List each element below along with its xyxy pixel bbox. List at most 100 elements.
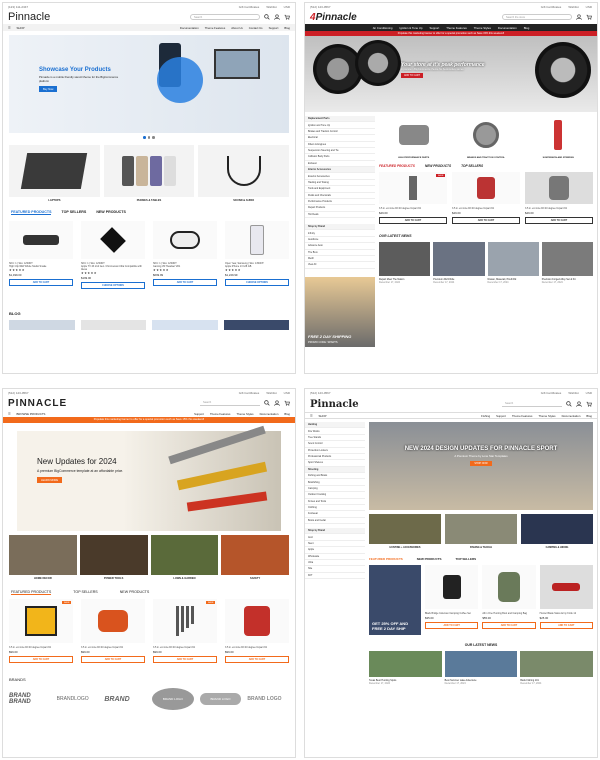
nav-blog[interactable]: Blog [524, 26, 530, 30]
category-safety[interactable]: SAFETY [221, 535, 289, 580]
product-card[interactable]: SALE 3.5 in. ext Line Fill 40 degree Impa… [379, 172, 447, 224]
product-name[interactable]: 3.5 in. ext Line Fill 40 degree Impact K… [225, 646, 289, 649]
nav-support[interactable]: Support [194, 412, 204, 416]
product-name[interactable]: 3.5 in. ext Line Fill 40 degree Impact K… [379, 207, 447, 210]
hero-slide[interactable]: NEW 2024 DESIGN UPDATES FOR PINNACLE SPO… [369, 422, 593, 510]
add-to-cart-button[interactable]: ADD TO CART [153, 656, 217, 663]
menu-icon[interactable]: ☰ [310, 414, 313, 418]
menu-icon[interactable]: ☰ [8, 412, 11, 416]
news-card[interactable]: Nissan, Maserati, Pirelli Rd December 17,… [487, 242, 539, 284]
nav-documentation[interactable]: Documentation [180, 26, 199, 30]
search-input[interactable]: Search [200, 400, 260, 406]
product-name[interactable]: Black Bridge Coleman Camping Coffee Set [425, 612, 478, 615]
product-card[interactable]: SKU: 1 | Sku: 12S0NT Apple TV 4K 2nd Gen… [81, 220, 145, 289]
product-card[interactable]: 3.5 in. ext Line Fill 40 degree Impact K… [81, 599, 145, 663]
category-power-tools[interactable]: POWER TOOLS [79, 535, 148, 580]
tab-top-sellers[interactable]: TOP SELLERS [73, 590, 97, 595]
news-card[interactable]: Premium 2024 Ride December 17, 2024 [433, 242, 485, 284]
search-icon[interactable] [264, 400, 270, 406]
nav-support[interactable]: Support [496, 414, 506, 418]
choose-options-button[interactable]: CHOOSE OPTIONS [81, 281, 145, 289]
slider-dots[interactable] [3, 136, 295, 139]
tab-new-products[interactable]: NEW PRODUCTS [425, 164, 451, 168]
category-phones-tables[interactable]: PHONES & TABLES [103, 144, 195, 202]
tab-top-sellers[interactable]: TOP SELLERS [461, 164, 483, 168]
product-card[interactable]: SALE 3.5 in. ext Line Fill 40 degree Impa… [9, 599, 73, 663]
store-logo[interactable]: Pinnacle [8, 11, 50, 23]
wishlist-link[interactable]: Wishlist [568, 391, 578, 395]
nav-theme-styles[interactable]: Theme Styles [236, 412, 253, 416]
store-logo[interactable]: Pinnacle [310, 399, 359, 410]
store-logo[interactable]: 4Pinnacle [310, 12, 357, 23]
hero-slide[interactable]: New Updates for 2024 A premium BigCommer… [17, 425, 281, 531]
nav-documentation[interactable]: Documentation [562, 414, 581, 418]
nav-blog[interactable]: Blog [586, 414, 592, 418]
add-to-cart-button[interactable]: ADD TO CART [539, 622, 593, 629]
gift-certificates-link[interactable]: Gift Certificates [541, 5, 562, 9]
product-name[interactable]: 3.5 in. ext Line Fill 40 degree Impact K… [452, 207, 520, 210]
currency-select[interactable]: USD [284, 5, 290, 9]
news-card[interactable]: Repair Meet The Nation December 17, 2024 [379, 242, 431, 284]
brand-logo[interactable]: BRAND LOGO [247, 696, 289, 702]
wishlist-link[interactable]: Wishlist [266, 391, 276, 395]
nav-blog[interactable]: Blog [284, 412, 290, 416]
brand-logo[interactable]: BRAND LOGO [199, 693, 242, 705]
wishlist-link[interactable]: Wishlist [568, 5, 578, 9]
brand-logo[interactable]: BRAND LOGO [152, 688, 194, 710]
product-name[interactable]: 3.5 in. ext Line Fill 40 degree Impact K… [81, 646, 145, 649]
nav-support[interactable]: Support [429, 26, 439, 30]
product-name[interactable]: All in One Hunting Boot and Camping Bag [482, 612, 535, 615]
search-icon[interactable] [264, 14, 270, 20]
currency-select[interactable]: USD [284, 391, 290, 395]
add-to-cart-button[interactable]: ADD TO CART [153, 278, 217, 286]
shop-menu[interactable]: SHOP [319, 414, 327, 418]
hero-button[interactable]: ADD TO CART [401, 73, 424, 78]
hero-button[interactable]: SHOP NOW [470, 461, 492, 466]
add-to-cart-button[interactable]: ADD TO CART [9, 278, 73, 286]
add-to-cart-button[interactable]: ADD TO CART [425, 622, 479, 629]
nav-air-conditioning[interactable]: Air Conditioning [373, 26, 393, 30]
add-to-cart-button[interactable]: ADD TO CART [9, 656, 73, 663]
promo-tile[interactable]: FREE 2 DAY SHIPPING PROMO CODE: SPARTS [305, 276, 375, 347]
nav-fishing[interactable]: Fishing [481, 414, 490, 418]
account-icon[interactable] [274, 14, 280, 20]
tab-new-products[interactable]: NEW PRODUCTS [417, 557, 442, 561]
news-card[interactable]: Best Summer Lake Adventure December 17, 2… [444, 651, 518, 685]
product-card[interactable]: Black Bridge Coleman Camping Coffee Set $… [425, 565, 479, 635]
nav-contact-us[interactable]: Contact Us [249, 26, 263, 30]
nav-theme-features[interactable]: Theme Features [512, 414, 533, 418]
nav-about-us[interactable]: About Us [231, 26, 243, 30]
account-icon[interactable] [274, 400, 280, 406]
tab-new-products[interactable]: NEW PRODUCTS [96, 210, 126, 215]
hero-button[interactable]: LEARN MORE [37, 477, 63, 483]
nav-documentation[interactable]: Documentation [260, 412, 279, 416]
currency-select[interactable]: USD [586, 391, 592, 395]
product-card[interactable]: SKU: 1 | Sku: 12S0NT High Clip Wild Whol… [9, 220, 73, 289]
gift-certificates-link[interactable]: Gift Certificates [541, 391, 562, 395]
shop-menu[interactable]: SHOP [17, 26, 25, 30]
product-card[interactable]: 3.5 in. ext Line Fill 40 degree Impact K… [452, 172, 520, 224]
cart-icon[interactable] [586, 401, 592, 407]
brand-logo[interactable]: BRAND [104, 696, 146, 703]
category-home-decor[interactable]: HOME DECOR [9, 535, 77, 580]
nav-ignition[interactable]: Ignition & Tune Up [399, 26, 422, 30]
product-name[interactable]: 3.5 in. ext Line Fill 40 degree Impact K… [153, 646, 217, 649]
tab-new-products[interactable]: NEW PRODUCTS [120, 590, 150, 595]
category-lawn-garden[interactable]: LAWN & GARDEN [150, 535, 219, 580]
nav-theme-features[interactable]: Theme Features [205, 26, 226, 30]
add-to-cart-button[interactable]: ADD TO CART [525, 217, 593, 224]
brand-item[interactable]: KFT [305, 573, 365, 579]
nav-theme-features[interactable]: Theme Features [446, 26, 467, 30]
brand-logo[interactable]: BRAND BRAND [9, 693, 51, 705]
news-card[interactable]: Precision Forged Alloy Set & Kit December… [541, 242, 593, 284]
product-name[interactable]: 3.5 in. ext Line Fill 40 degree Impact K… [525, 207, 593, 210]
product-card[interactable]: SALE 3.5 in. ext Line Fill 40 degree Impa… [153, 599, 217, 663]
category-sound-audio[interactable]: SOUND & AUDIO [198, 144, 290, 202]
category-hunting[interactable]: HUNTING + ACCESSORIES [369, 514, 441, 549]
add-to-cart-button[interactable]: ADD TO CART [379, 217, 447, 224]
search-icon[interactable] [566, 401, 572, 407]
nav-theme-styles[interactable]: Theme Styles [474, 26, 491, 30]
brand-logo[interactable]: BRANDLOGO [57, 696, 99, 702]
tab-featured-products[interactable]: FEATURED PRODUCTS [11, 210, 52, 215]
cart-icon[interactable] [284, 14, 290, 20]
